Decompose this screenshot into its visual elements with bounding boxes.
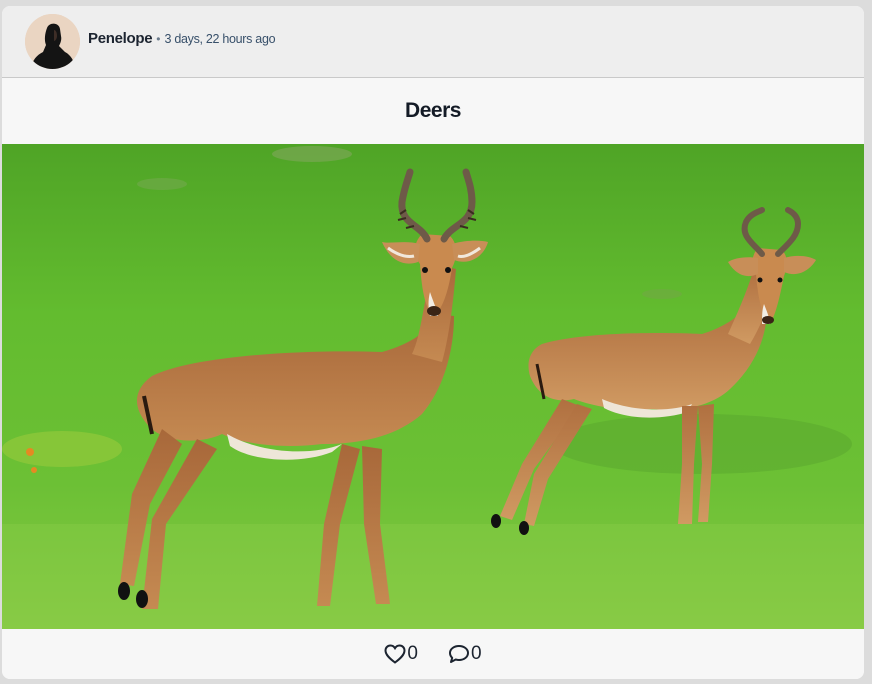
- like-button[interactable]: 0: [384, 643, 418, 665]
- post-title-bar: Deers: [2, 78, 864, 144]
- avatar-silhouette-icon: [25, 14, 80, 69]
- post-card: Penelope • 3 days, 22 hours ago Deers 0 …: [2, 6, 864, 679]
- avatar[interactable]: [25, 14, 80, 69]
- heart-icon: [384, 644, 406, 664]
- like-count: 0: [407, 643, 418, 664]
- post-actions: 0 0: [2, 629, 864, 679]
- post-header: Penelope • 3 days, 22 hours ago: [2, 6, 864, 78]
- author-name[interactable]: Penelope: [88, 30, 153, 47]
- post-timestamp: 3 days, 22 hours ago: [164, 32, 276, 46]
- meta-separator: •: [156, 32, 161, 46]
- impala-photo: [2, 144, 864, 629]
- comment-bubble-icon: [449, 645, 469, 663]
- comment-button[interactable]: 0: [448, 643, 482, 665]
- post-title[interactable]: Deers: [405, 99, 461, 123]
- post-image[interactable]: [2, 144, 864, 629]
- comment-count: 0: [471, 643, 482, 664]
- post-meta: Penelope • 3 days, 22 hours ago: [88, 30, 276, 47]
